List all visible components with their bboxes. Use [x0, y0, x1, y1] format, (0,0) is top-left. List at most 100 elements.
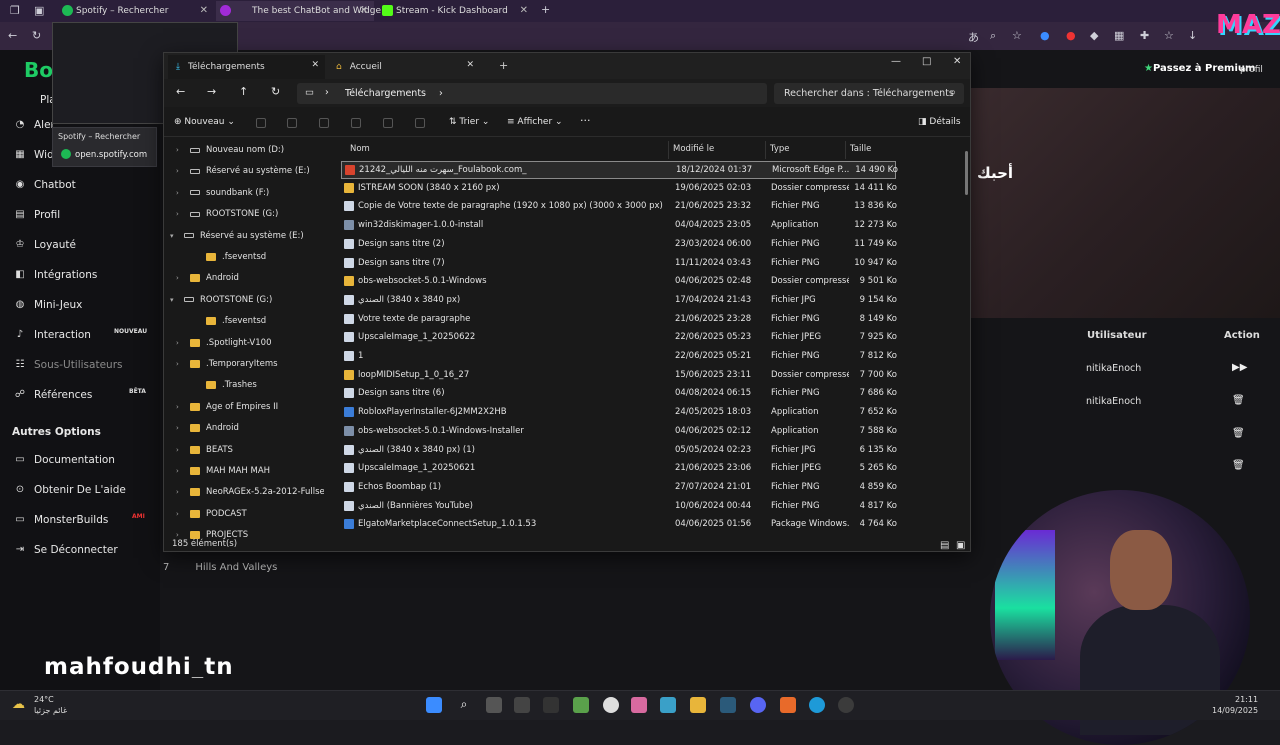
- chevron-right-icon[interactable]: ›: [176, 446, 184, 454]
- app-icon[interactable]: [838, 697, 854, 713]
- file-row[interactable]: 21242_سهرت منه الليالي_Foulabook.com_ 18/…: [341, 161, 898, 179]
- col-taille[interactable]: Taille: [850, 144, 871, 154]
- translate-icon[interactable]: あ: [968, 29, 979, 45]
- file-row[interactable]: الصندي (3840 x 3840 px) 17/04/2024 21:43 F…: [341, 292, 897, 310]
- more-options-icon[interactable]: ···: [580, 114, 591, 127]
- new-tab-icon[interactable]: +: [499, 59, 508, 72]
- copy-icon[interactable]: [287, 118, 297, 128]
- trash-icon[interactable]: 🗑: [1232, 460, 1245, 471]
- trash-icon[interactable]: 🗑: [1232, 428, 1245, 439]
- brand-logo[interactable]: Bo: [24, 58, 53, 82]
- chevron-right-icon[interactable]: ›: [176, 167, 184, 175]
- sidebar-item-sous-utilisateurs[interactable]: ☷ Sous-Utilisateurs: [14, 359, 123, 371]
- tab-accueil[interactable]: ⌂ Accueil ✕: [330, 55, 480, 79]
- tree-item-drive[interactable]: › Réservé au système (E:): [176, 166, 310, 176]
- zoom-icon[interactable]: ⌕: [990, 29, 996, 43]
- workspaces-icon[interactable]: ❐: [10, 4, 20, 17]
- sidebar-item-monsterbuilds[interactable]: ▭ MonsterBuilds: [14, 514, 108, 526]
- details-view-icon[interactable]: ▤: [940, 540, 949, 551]
- tab-kick[interactable]: Stream - Kick Dashboard ✕: [378, 1, 534, 21]
- file-explorer-icon[interactable]: [690, 697, 706, 713]
- file-row[interactable]: Design sans titre (6) 04/08/2024 06:15 Fic…: [341, 385, 897, 403]
- extension-icon[interactable]: ◆: [1090, 29, 1098, 42]
- view-button[interactable]: ≡ Afficher ⌄: [507, 117, 563, 127]
- tree-item-drive[interactable]: › soundbank (F:): [176, 188, 269, 198]
- tree-item-folder[interactable]: › .Spotlight-V100: [176, 338, 271, 348]
- cut-icon[interactable]: [256, 118, 266, 128]
- close-icon[interactable]: ✕: [360, 5, 368, 16]
- tree-item-folder[interactable]: › PODCAST: [176, 509, 247, 519]
- favorite-icon[interactable]: ☆: [1012, 29, 1022, 42]
- chevron-right-icon[interactable]: ›: [176, 360, 184, 368]
- file-row[interactable]: loopMIDISetup_1_0_16_27 15/06/2025 23:11 D…: [341, 367, 897, 385]
- file-row[interactable]: الصندي (3840 x 3840 px) (1) 05/05/2024 02…: [341, 442, 897, 460]
- profile-link[interactable]: profil: [1240, 65, 1263, 75]
- tab-actions-icon[interactable]: ▣: [34, 4, 44, 17]
- start-icon[interactable]: [426, 697, 442, 713]
- new-tab-icon[interactable]: +: [541, 3, 550, 16]
- close-icon[interactable]: ✕: [520, 5, 528, 16]
- clock[interactable]: 21:11 14/09/2025: [1212, 694, 1258, 716]
- file-row[interactable]: Design sans titre (2) 23/03/2024 06:00 Fic…: [341, 236, 897, 254]
- sidebar-item-chatbot[interactable]: ◉ Chatbot: [14, 179, 76, 191]
- col-modifie[interactable]: Modifié le: [673, 144, 714, 154]
- chevron-down-icon[interactable]: ▾: [170, 232, 178, 240]
- sidebar-item-interaction[interactable]: ♪ Interaction: [14, 329, 91, 341]
- sidebar-item-alerts[interactable]: ◔ Aler: [14, 119, 55, 131]
- extensions-icon[interactable]: ✚: [1140, 29, 1149, 42]
- chevron-right-icon[interactable]: ›: [176, 403, 184, 411]
- sidebar-item-references[interactable]: ☍ Références: [14, 389, 92, 401]
- tree-item-drive[interactable]: › ROOTSTONE (G:): [176, 209, 278, 219]
- file-row[interactable]: obs-websocket-5.0.1-Windows-Installer 04/…: [341, 423, 897, 441]
- app-icon[interactable]: [720, 697, 736, 713]
- sidebar-item-profil[interactable]: ▤ Profil: [14, 209, 60, 221]
- sidebar-item-mini-jeux[interactable]: ◍ Mini-Jeux: [14, 299, 83, 311]
- sidebar-item-widgets[interactable]: ▦ Wid: [14, 149, 53, 161]
- close-icon[interactable]: ✕: [311, 60, 319, 70]
- premium-link[interactable]: ★Passez à Premium: [1144, 63, 1255, 74]
- file-row[interactable]: ElgatoMarketplaceConnectSetup_1.0.1.53 04…: [341, 516, 897, 534]
- close-icon[interactable]: ✕: [200, 5, 208, 16]
- chevron-right-icon[interactable]: ›: [176, 146, 184, 154]
- tree-item-folder[interactable]: › MAH MAH MAH: [176, 466, 270, 476]
- refresh-icon[interactable]: ↻: [271, 85, 280, 98]
- up-icon[interactable]: ↑: [239, 85, 248, 98]
- file-row[interactable]: Design sans titre (7) 11/11/2024 03:43 Fic…: [341, 255, 897, 273]
- file-row[interactable]: obs-websocket-5.0.1-Windows 04/06/2025 02…: [341, 273, 897, 291]
- paste-icon[interactable]: [319, 118, 329, 128]
- chevron-right-icon[interactable]: ›: [176, 189, 184, 197]
- file-row[interactable]: Copie de Votre texte de paragraphe (1920…: [341, 198, 897, 216]
- tree-item-drive[interactable]: › Nouveau nom (D:): [176, 145, 284, 155]
- file-row[interactable]: الصندي (Bannières YouTube) 10/06/2024 00:…: [341, 498, 897, 516]
- search-icon[interactable]: ⌕: [456, 697, 472, 713]
- chevron-right-icon[interactable]: ›: [176, 510, 184, 518]
- chevron-right-icon[interactable]: ›: [176, 531, 184, 539]
- app-icon[interactable]: [660, 697, 676, 713]
- chevron-right-icon[interactable]: ›: [176, 467, 184, 475]
- app-icon[interactable]: [573, 697, 589, 713]
- download-icon[interactable]: ↓: [1188, 29, 1197, 42]
- tab-spotify[interactable]: Spotify – Rechercher ✕: [58, 1, 214, 21]
- share-icon[interactable]: [383, 118, 393, 128]
- col-nom[interactable]: Nom: [350, 144, 370, 154]
- app-icon[interactable]: [631, 697, 647, 713]
- app-icon[interactable]: [514, 697, 530, 713]
- file-row[interactable]: Votre texte de paragraphe 21/06/2025 23:2…: [341, 311, 897, 329]
- app-icon[interactable]: [603, 697, 619, 713]
- delete-icon[interactable]: [415, 118, 425, 128]
- extension-icon[interactable]: ●: [1040, 29, 1050, 42]
- tree-item-folder[interactable]: › BEATS: [176, 445, 233, 455]
- new-button[interactable]: ⊕ Nouveau ⌄: [174, 117, 235, 127]
- file-row[interactable]: ISTREAM SOON (3840 x 2160 px) 19/06/2025 …: [341, 180, 897, 198]
- forward-icon[interactable]: →: [207, 85, 216, 98]
- tree-item-folder[interactable]: › NeoRAGEx-5.2a-2012-Fullset-Pa: [176, 487, 324, 497]
- details-button[interactable]: ◨ Détails: [918, 117, 961, 127]
- file-row[interactable]: UpscaleImage_1_20250621 21/06/2025 23:06 F…: [341, 460, 897, 478]
- reload-icon[interactable]: ↻: [32, 29, 41, 42]
- tree-item-folder[interactable]: .fseventsd: [192, 252, 266, 262]
- tree-item-folder[interactable]: .fseventsd: [192, 316, 266, 326]
- extension-icon[interactable]: ▦: [1114, 29, 1124, 42]
- tree-item-folder[interactable]: › .TemporaryItems: [176, 359, 278, 369]
- search-input[interactable]: Rechercher dans : Téléchargements ⌕: [774, 83, 964, 104]
- file-row[interactable]: UpscaleImage_1_20250622 22/06/2025 05:23 F…: [341, 329, 897, 347]
